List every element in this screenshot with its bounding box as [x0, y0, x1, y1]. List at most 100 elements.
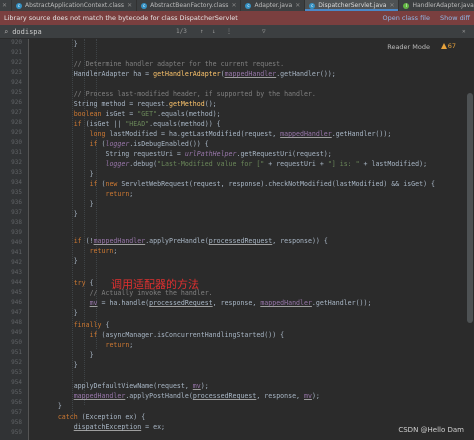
find-bar: ⌕ dodispa 1/3 ↑ ↓ ⋮ ▽ ✕ — [0, 25, 474, 39]
line-number: 929 — [11, 129, 22, 136]
line-number: 932 — [11, 159, 22, 166]
line-number: 945 — [11, 289, 22, 296]
line-number: 949 — [11, 329, 22, 336]
close-icon[interactable]: ✕ — [462, 28, 466, 35]
line-number: 936 — [11, 199, 22, 206]
tab-label: DispatcherServlet.java — [318, 2, 387, 9]
line-number: 957 — [11, 409, 22, 416]
tab-handler-adapter[interactable]: IHandlerAdapter.java✕ — [399, 0, 474, 11]
tab-truncated[interactable]: ✕ — [0, 0, 13, 11]
code-line: HandlerAdapter ha = getHandlerAdapter(ma… — [34, 70, 336, 78]
class-icon: c — [141, 2, 148, 9]
search-icon: ⌕ — [4, 27, 9, 36]
open-class-file-link[interactable]: Open class file — [382, 14, 430, 22]
line-number-gutter: 920 921 922 923 924 925 926 927 928 929 … — [0, 39, 29, 440]
tab-label: HandlerAdapter.java — [412, 2, 474, 9]
close-icon[interactable]: ✕ — [127, 2, 132, 9]
line-number: 931 — [11, 149, 22, 156]
line-number: 930 — [11, 139, 22, 146]
line-number: 943 — [11, 269, 22, 276]
line-number: 934 — [11, 179, 22, 186]
tab-adapter-java[interactable]: c Adapter.java ✕ — [241, 0, 306, 11]
code-line: } — [34, 257, 78, 265]
code-line: mv = ha.handle(processedRequest, respons… — [89, 299, 372, 307]
line-number: 937 — [11, 209, 22, 216]
class-icon: c — [16, 2, 23, 9]
line-number: 954 — [11, 379, 22, 386]
code-line: catch (Exception ex) { — [57, 413, 146, 421]
close-icon[interactable]: ✕ — [2, 2, 7, 9]
code-line: } — [34, 210, 78, 218]
code-editor[interactable]: 920 921 922 923 924 925 926 927 928 929 … — [0, 39, 474, 440]
code-line: } — [34, 40, 78, 48]
arrow-down-icon[interactable]: ↓ — [212, 28, 216, 35]
tab-abstract-application-context[interactable]: c AbstractApplicationContext.class ✕ — [12, 0, 138, 11]
line-number: 958 — [11, 419, 22, 426]
code-line: // Determine handler adapter for the cur… — [34, 60, 285, 68]
line-number: 953 — [11, 369, 22, 376]
annotation-text: 调用适配器的方法 — [111, 278, 199, 291]
code-line: return; — [105, 190, 134, 198]
code-line: try { — [73, 279, 94, 287]
close-icon[interactable]: ✕ — [231, 2, 236, 9]
code-line: return; — [89, 247, 118, 255]
line-number: 924 — [11, 79, 22, 86]
code-line: } — [34, 402, 62, 410]
code-line: dispatchException = ex; — [73, 423, 166, 431]
code-line: // Process last-modified header, if supp… — [34, 90, 316, 98]
banner-message: Library source does not match the byteco… — [4, 14, 238, 22]
line-number: 946 — [11, 299, 22, 306]
code-line: applyDefaultViewName(request, mv); — [34, 382, 209, 390]
scrollbar-thumb[interactable] — [467, 93, 473, 323]
line-number: 955 — [11, 389, 22, 396]
close-icon[interactable]: ✕ — [295, 2, 300, 9]
code-line: if (!mappedHandler.applyPreHandle(proces… — [73, 237, 328, 245]
source-mismatch-banner: Library source does not match the byteco… — [0, 11, 474, 25]
code-line: if (logger.isDebugEnabled()) { — [89, 140, 209, 148]
tab-abstract-bean-factory[interactable]: c AbstractBeanFactory.class ✕ — [137, 0, 242, 11]
line-number: 942 — [11, 259, 22, 266]
line-number: 922 — [11, 59, 22, 66]
code-line: mappedHandler.applyPostHandle(processedR… — [73, 392, 320, 400]
code-line: String requestUri = urlPathHelper.getReq… — [34, 150, 332, 158]
arrow-up-icon[interactable]: ↑ — [200, 28, 204, 35]
line-number: 944 — [11, 279, 22, 286]
line-number: 948 — [11, 319, 22, 326]
line-number: 950 — [11, 339, 22, 346]
code-line: } — [34, 361, 78, 369]
code-area[interactable]: } // Determine handler adapter for the c… — [34, 39, 462, 440]
search-input[interactable]: dodispa — [12, 28, 42, 36]
code-line: logger.debug("Last-Modified value for ["… — [105, 160, 428, 168]
show-diff-link[interactable]: Show diff — [440, 14, 470, 22]
close-icon[interactable]: ✕ — [389, 2, 394, 9]
line-number: 926 — [11, 99, 22, 106]
line-number: 923 — [11, 69, 22, 76]
code-line: boolean isGet = "GET".equals(method); — [73, 110, 221, 118]
line-number: 940 — [11, 239, 22, 246]
match-count: 1/3 — [176, 28, 187, 35]
code-line: } — [34, 351, 94, 359]
class-icon: c — [245, 2, 252, 9]
line-number: 952 — [11, 359, 22, 366]
code-line: long lastModified = ha.getLastModified(r… — [89, 130, 392, 138]
code-line: } — [34, 170, 94, 178]
tab-label: AbstractBeanFactory.class — [150, 2, 229, 9]
find-options-icon[interactable]: ⋮ — [226, 28, 232, 35]
code-line: String method = request.getMethod(); — [34, 100, 217, 108]
interface-icon: I — [403, 2, 410, 9]
vertical-scrollbar[interactable] — [466, 39, 474, 440]
code-line: if (asyncManager.isConcurrentHandlingSta… — [89, 331, 285, 339]
code-line: } — [34, 200, 94, 208]
line-number: 941 — [11, 249, 22, 256]
filter-icon[interactable]: ▽ — [262, 28, 266, 35]
line-number: 920 — [11, 39, 22, 46]
tab-dispatcher-servlet[interactable]: c DispatcherServlet.java ✕ — [305, 0, 400, 11]
code-line: } — [34, 309, 78, 317]
line-number: 959 — [11, 429, 22, 436]
line-number: 935 — [11, 189, 22, 196]
line-number: 921 — [11, 49, 22, 56]
line-number: 927 — [11, 109, 22, 116]
ide-window: ✕ c AbstractApplicationContext.class ✕ c Ab… — [0, 0, 474, 440]
line-number: 939 — [11, 229, 22, 236]
code-line: if (new ServletWebRequest(request, respo… — [89, 180, 435, 188]
